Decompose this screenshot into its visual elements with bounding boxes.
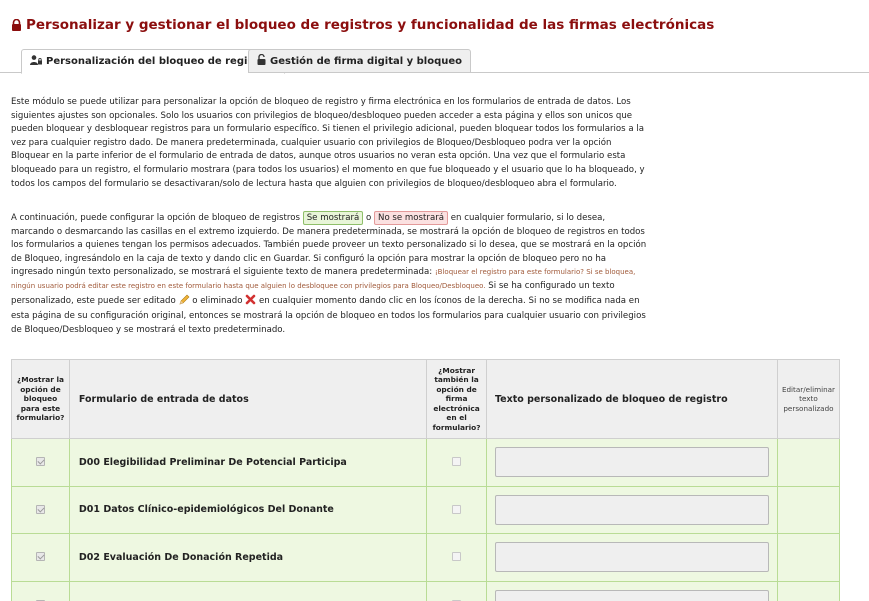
show-lock-cell [11, 580, 70, 601]
custom-text-input[interactable] [494, 542, 769, 573]
config-text-4: o eliminado [192, 295, 243, 306]
tab-bar: Personalización del bloqueo de registros… [0, 49, 869, 74]
config-or: o [366, 213, 372, 223]
table-header-row: ¿Mostrar la opción de bloqueo para este … [11, 359, 841, 439]
custom-text-cell [485, 485, 778, 534]
show-lock-checkbox[interactable] [35, 504, 45, 514]
edit-delete-cell [776, 438, 841, 487]
form-name: D01 Datos Clínico-epidemiológicos Del Do… [68, 485, 428, 534]
table-row: D00 Elegibilidad Preliminar De Potencial… [11, 438, 841, 487]
hide-indicator: No se mostrará [374, 211, 449, 225]
show-lock-cell [11, 533, 70, 582]
show-esign-checkbox[interactable] [452, 504, 462, 514]
lock-icon [11, 19, 22, 31]
edit-delete-cell [776, 580, 841, 601]
form-name: D00 Elegibilidad Preliminar De Potencial… [68, 438, 428, 487]
tab-esignature-locking-management[interactable]: Gestión de firma digital y bloqueo [248, 49, 472, 73]
show-indicator: Se mostrará [302, 211, 364, 225]
unlock-icon [257, 53, 266, 68]
config-paragraph: A continuación, puede configurar la opci… [11, 211, 647, 337]
forms-table: ¿Mostrar la opción de bloqueo para este … [11, 359, 841, 601]
user-lock-icon [30, 55, 42, 68]
custom-text-cell [485, 438, 778, 487]
header-edit-delete: Editar/eliminar texto personalizado [776, 359, 841, 439]
custom-text-cell [485, 580, 778, 601]
show-lock-cell [11, 485, 70, 534]
tab-label: Gestión de firma digital y bloqueo [270, 55, 463, 67]
show-esign-cell [426, 580, 487, 601]
show-esign-cell [426, 438, 487, 487]
custom-text-input[interactable] [494, 589, 769, 601]
pencil-icon [179, 294, 190, 311]
show-esign-cell [426, 533, 487, 582]
page: Personalizar y gestionar el bloqueo de r… [0, 0, 869, 601]
intro-paragraph: Este módulo se puede utilizar para perso… [11, 97, 645, 189]
edit-delete-cell [776, 485, 841, 534]
form-name: D02 Evaluación De Donación Repetida [68, 533, 428, 582]
table-row: D01 Datos Clínico-epidemiológicos Del Do… [11, 485, 841, 534]
edit-delete-cell [776, 533, 841, 582]
tab-label: Personalización del bloqueo de registros [46, 56, 276, 67]
tab-record-locking-customization[interactable]: Personalización del bloqueo de registros [21, 49, 285, 74]
page-title-text: Personalizar y gestionar el bloqueo de r… [26, 17, 715, 33]
show-lock-checkbox[interactable] [35, 457, 45, 467]
header-form: Formulario de entrada de datos [68, 359, 428, 439]
show-lock-cell [11, 438, 70, 487]
show-esign-cell [426, 485, 487, 534]
custom-text-input[interactable] [494, 494, 769, 525]
header-show-esign: ¿Mostrar también la opción de firma elec… [426, 359, 487, 439]
table-row: D02 Evaluación De Donación Repetida [11, 533, 841, 582]
show-esign-checkbox[interactable] [452, 552, 462, 562]
header-show-lock: ¿Mostrar la opción de bloqueo para este … [11, 359, 70, 439]
show-lock-checkbox[interactable] [35, 552, 45, 562]
custom-text-cell [485, 533, 778, 582]
config-text-1: A continuación, puede configurar la opci… [11, 213, 300, 223]
form-name [68, 580, 428, 601]
header-custom-text: Texto personalizado de bloqueo de regist… [485, 359, 778, 439]
show-esign-checkbox[interactable] [452, 457, 462, 467]
custom-text-input[interactable] [494, 447, 769, 478]
delete-icon [245, 294, 256, 311]
table-row [11, 580, 841, 601]
page-title: Personalizar y gestionar el bloqueo de r… [11, 17, 714, 33]
